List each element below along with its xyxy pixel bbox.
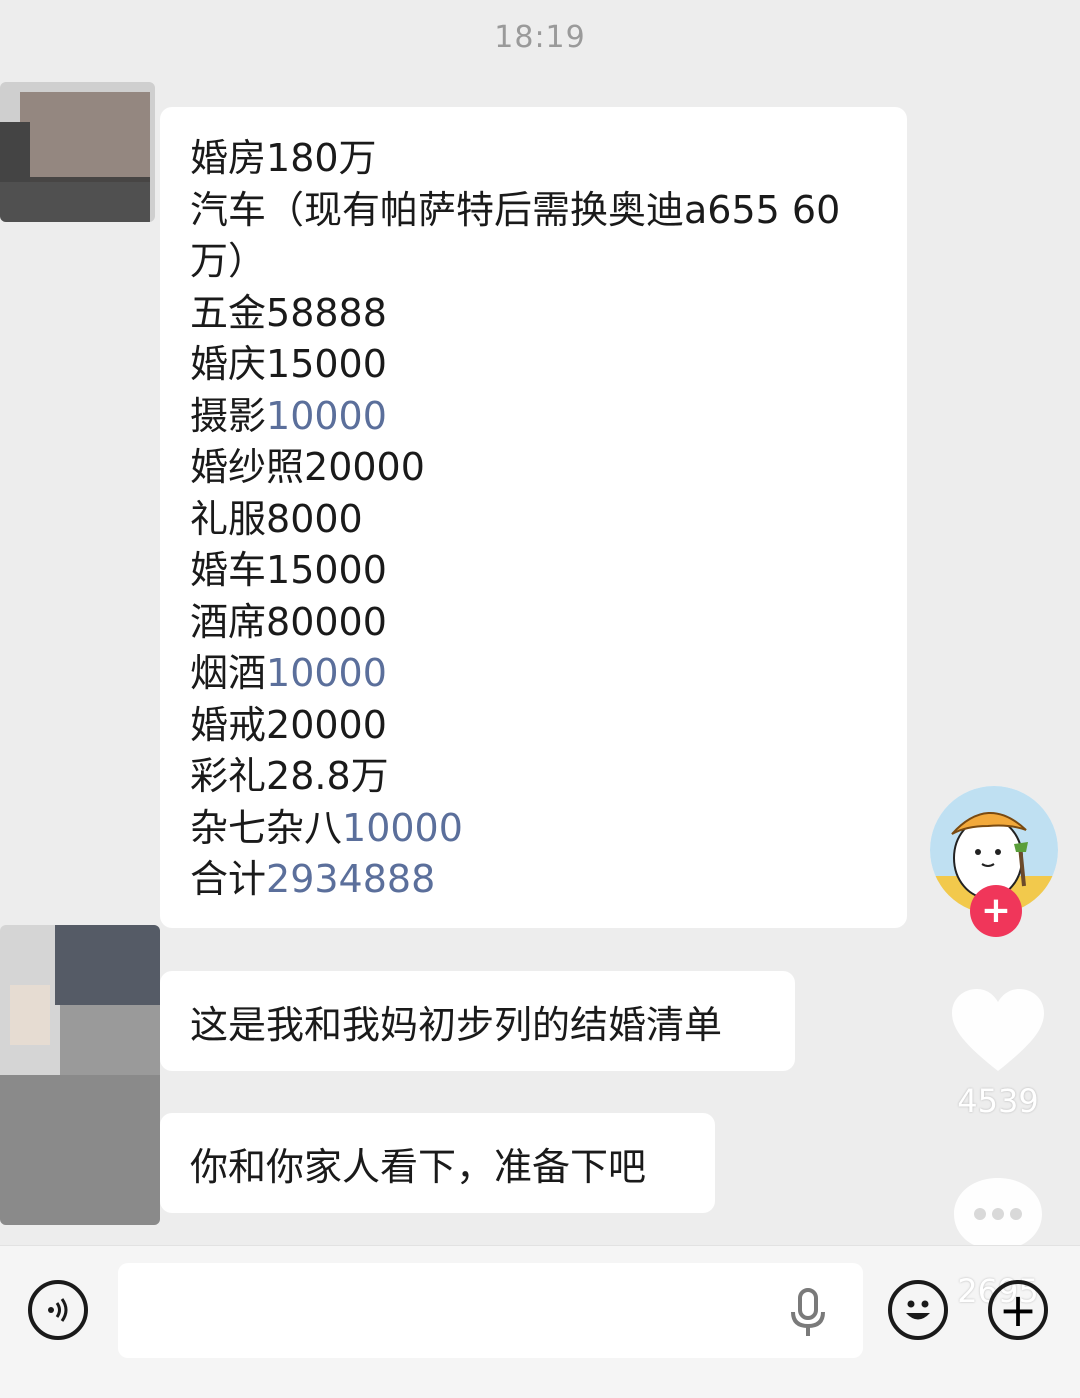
- sender-avatar[interactable]: [0, 82, 155, 222]
- number-link[interactable]: 10000: [266, 394, 387, 438]
- like-count: 4539: [957, 1082, 1039, 1120]
- list-line: 摄影10000: [190, 393, 387, 438]
- heart-icon[interactable]: [948, 985, 1048, 1075]
- message-text: 这是我和我妈初步列的结婚清单: [190, 1002, 723, 1047]
- list-line: 婚纱照20000: [190, 445, 425, 489]
- list-line: 汽车（现有帕萨特后需换奥迪a655 60万）: [190, 187, 841, 284]
- number-link[interactable]: 10000: [266, 651, 387, 695]
- voice-button[interactable]: [28, 1280, 88, 1340]
- plus-icon: +: [998, 1283, 1038, 1337]
- list-line: 婚房180万: [190, 136, 377, 180]
- number-link[interactable]: 2934888: [266, 857, 435, 901]
- message-bubble[interactable]: 你和你家人看下，准备下吧: [160, 1113, 715, 1213]
- list-line: 烟酒10000: [190, 651, 387, 695]
- list-line: 礼服8000: [190, 496, 363, 541]
- list-line: 婚戒20000: [190, 702, 387, 747]
- voice-icon: [48, 1298, 68, 1322]
- message-text: 你和你家人看下，准备下吧: [190, 1144, 647, 1189]
- number-link[interactable]: 10000: [342, 806, 463, 850]
- list-line: 合计2934888: [190, 857, 436, 901]
- follow-button[interactable]: +: [970, 885, 1022, 937]
- timestamp: 18:19: [494, 20, 586, 55]
- more-button[interactable]: +: [988, 1280, 1048, 1340]
- message-input[interactable]: [118, 1263, 863, 1358]
- microphone-icon[interactable]: [788, 1288, 828, 1338]
- list-line: 婚庆15000: [190, 342, 387, 386]
- sender-avatar[interactable]: [0, 925, 160, 1225]
- message-bubble[interactable]: 这是我和我妈初步列的结婚清单: [160, 971, 795, 1071]
- list-line: 酒席80000: [190, 599, 387, 644]
- list-line: 五金58888: [190, 290, 387, 335]
- emoji-icon: [906, 1300, 930, 1320]
- list-line: 杂七杂八10000: [190, 805, 463, 850]
- list-line: 彩礼28.8万: [190, 754, 389, 798]
- message-bubble-list[interactable]: 婚房180万 汽车（现有帕萨特后需换奥迪a655 60万） 五金58888 婚庆…: [160, 107, 907, 928]
- list-line: 婚车15000: [190, 548, 387, 592]
